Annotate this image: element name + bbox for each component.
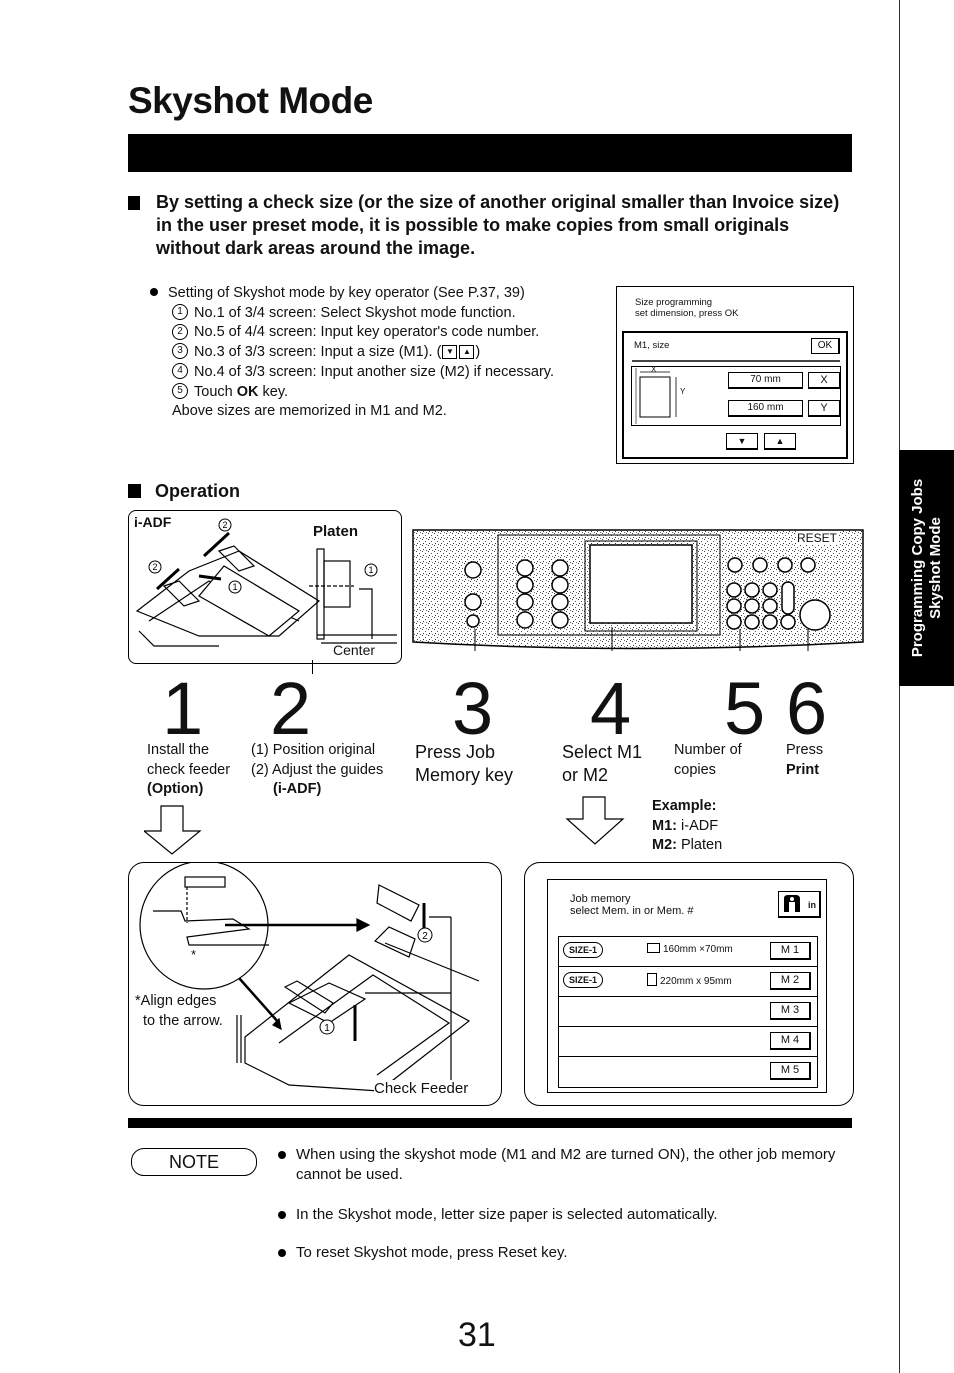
step-number: 4 <box>590 667 632 750</box>
reset-label: RESET <box>796 531 839 545</box>
control-panel-illustration: RESET <box>410 527 866 651</box>
field-label: M1, size <box>634 340 670 351</box>
setting-heading: Setting of Skyshot mode by key operator … <box>150 284 620 304</box>
memory-row[interactable]: M 4 <box>559 1027 817 1057</box>
bullet-icon <box>278 1249 286 1257</box>
align-note: *Align edges to the arrow. <box>135 993 223 1029</box>
down-arrow-icon <box>144 805 202 855</box>
setting-step: 2 No.5 of 4/4 screen: Input key operator'… <box>150 323 620 343</box>
memory-button-m2[interactable]: M 2 <box>770 972 811 990</box>
setting-step: 5 Touch OK key. <box>150 382 620 403</box>
square-bullet-icon <box>128 484 141 498</box>
callout-1: 1 <box>368 565 373 575</box>
memory-button-m1[interactable]: M 1 <box>770 942 811 960</box>
step-caption: (1) Position original (2) Adjust the guid… <box>251 742 384 797</box>
asterisk-marker: * <box>191 947 197 962</box>
portrait-paper-icon <box>647 973 657 986</box>
y-button[interactable]: Y <box>808 400 840 417</box>
intro-paragraph: By setting a check size (or the size of … <box>128 191 848 260</box>
job-memory-screen: Job memory select Mem. in or Mem. # in S… <box>547 879 827 1093</box>
dimension-text: 160mm ×70mm <box>647 943 733 955</box>
note-item: To reset Skyshot mode, press Reset key. <box>278 1243 838 1263</box>
step-number: 3 <box>452 667 494 750</box>
memory-row[interactable]: M 5 <box>559 1057 817 1086</box>
memory-button-m5[interactable]: M 5 <box>770 1062 811 1080</box>
square-bullet-icon <box>128 196 140 210</box>
memory-list: SIZE-1 160mm ×70mm M 1 SIZE-1 220mm x 95… <box>558 936 818 1088</box>
check-feeder-label: Check Feeder <box>374 1080 469 1097</box>
setting-step: 1 No.1 of 3/4 screen: Select Skyshot mode… <box>150 303 620 324</box>
x-axis-label: X <box>651 365 657 374</box>
example-block: Example: M1: i-ADF M2: Platen <box>652 798 723 853</box>
step-number: 6 <box>786 667 828 750</box>
memory-button-m4[interactable]: M 4 <box>770 1032 811 1050</box>
step-caption: Install the check feeder (Option) <box>147 742 231 797</box>
dimension-panel: X Y 70 mm X 160 mm Y <box>631 365 841 426</box>
step-caption: Select M1 or M2 <box>562 742 643 785</box>
size-badge: SIZE-1 <box>563 942 604 958</box>
y-axis-label: Y <box>680 387 686 396</box>
dimension-text: 220mm x 95mm <box>647 973 732 987</box>
operation-heading: Operation <box>128 481 240 502</box>
down-arrow-button[interactable]: ▼ <box>726 433 758 450</box>
memory-button-m3[interactable]: M 3 <box>770 1002 811 1020</box>
divider <box>632 360 840 362</box>
landscape-paper-icon <box>647 943 660 953</box>
memory-row[interactable]: SIZE-1 160mm ×70mm M 1 <box>559 937 817 967</box>
note-badge: NOTE <box>131 1148 257 1176</box>
memory-row[interactable]: SIZE-1 220mm x 95mm M 2 <box>559 967 817 997</box>
ok-button[interactable]: OK <box>811 338 840 354</box>
step-caption: Press Print <box>786 742 824 778</box>
setting-step: 4 No.4 of 3/3 screen: Input another size … <box>150 362 620 383</box>
screen-title: Job memory select Mem. in or Mem. # <box>570 893 694 917</box>
check-feeder-illustration: 2 1 * *Align edges to the arrow. Check F… <box>128 862 502 1106</box>
leader-line <box>312 660 313 674</box>
x-value-field[interactable]: 70 mm <box>728 372 803 389</box>
setting-instructions: Setting of Skyshot mode by key operator … <box>150 284 620 422</box>
svg-text:1: 1 <box>324 1023 330 1034</box>
setting-step: 3 No.3 of 3/3 screen: Input a size (M1). … <box>150 343 620 363</box>
section-divider <box>128 1118 852 1128</box>
control-panel-icon <box>412 529 864 651</box>
size-panel: M1, size OK X Y 70 mm X 160 mm Y ▼ ▲ <box>622 331 848 459</box>
dimension-diagram-icon <box>635 368 677 424</box>
callout-2: 2 <box>152 562 157 572</box>
title-bar <box>128 134 852 172</box>
step-caption: Number of copies <box>674 742 742 778</box>
adf-drawing-icon: 2 2 1 1 <box>135 518 397 647</box>
memory-head-icon <box>784 895 800 912</box>
step-number: 1 <box>162 667 204 750</box>
memory-row[interactable]: M 3 <box>559 997 817 1027</box>
step-caption: Press Job Memory key <box>415 742 514 785</box>
svg-text:2: 2 <box>422 931 428 942</box>
bullet-icon <box>150 288 158 297</box>
y-value-field[interactable]: 160 mm <box>728 400 803 417</box>
page-number: 31 <box>458 1316 496 1354</box>
note-item: When using the skyshot mode (M1 and M2 a… <box>278 1145 838 1185</box>
page-title: Skyshot Mode <box>128 80 373 121</box>
memory-in-button[interactable]: in <box>778 891 821 918</box>
down-arrow-icon <box>565 796 625 845</box>
setting-note: Above sizes are memorized in M1 and M2. <box>172 403 447 420</box>
adf-platen-illustration: i-ADF Platen Center 2 2 1 1 <box>128 510 402 664</box>
page-edge-line <box>899 0 900 1373</box>
job-memory-illustration: Job memory select Mem. in or Mem. # in S… <box>524 862 854 1106</box>
size-programming-screen: Size programming set dimension, press OK… <box>616 286 854 464</box>
bullet-icon <box>278 1211 286 1219</box>
bullet-icon <box>278 1151 286 1159</box>
down-key-icon: ▼ <box>442 345 458 360</box>
step-number: 2 <box>270 667 312 750</box>
side-tab-label: Programming Copy Jobs Skyshot Mode <box>908 478 944 658</box>
up-key-icon: ▲ <box>459 345 475 360</box>
x-button[interactable]: X <box>808 372 840 389</box>
size-badge: SIZE-1 <box>563 972 604 988</box>
check-feeder-drawing-icon: 2 1 <box>139 863 480 1095</box>
up-arrow-button[interactable]: ▲ <box>764 433 796 450</box>
side-tab: Programming Copy Jobs Skyshot Mode <box>899 450 954 686</box>
step-number: 5 <box>724 667 766 750</box>
callout-1: 1 <box>232 582 237 592</box>
note-item: In the Skyshot mode, letter size paper i… <box>278 1205 838 1225</box>
callout-2: 2 <box>222 520 227 530</box>
screen-title: Size programming set dimension, press OK <box>635 297 739 319</box>
